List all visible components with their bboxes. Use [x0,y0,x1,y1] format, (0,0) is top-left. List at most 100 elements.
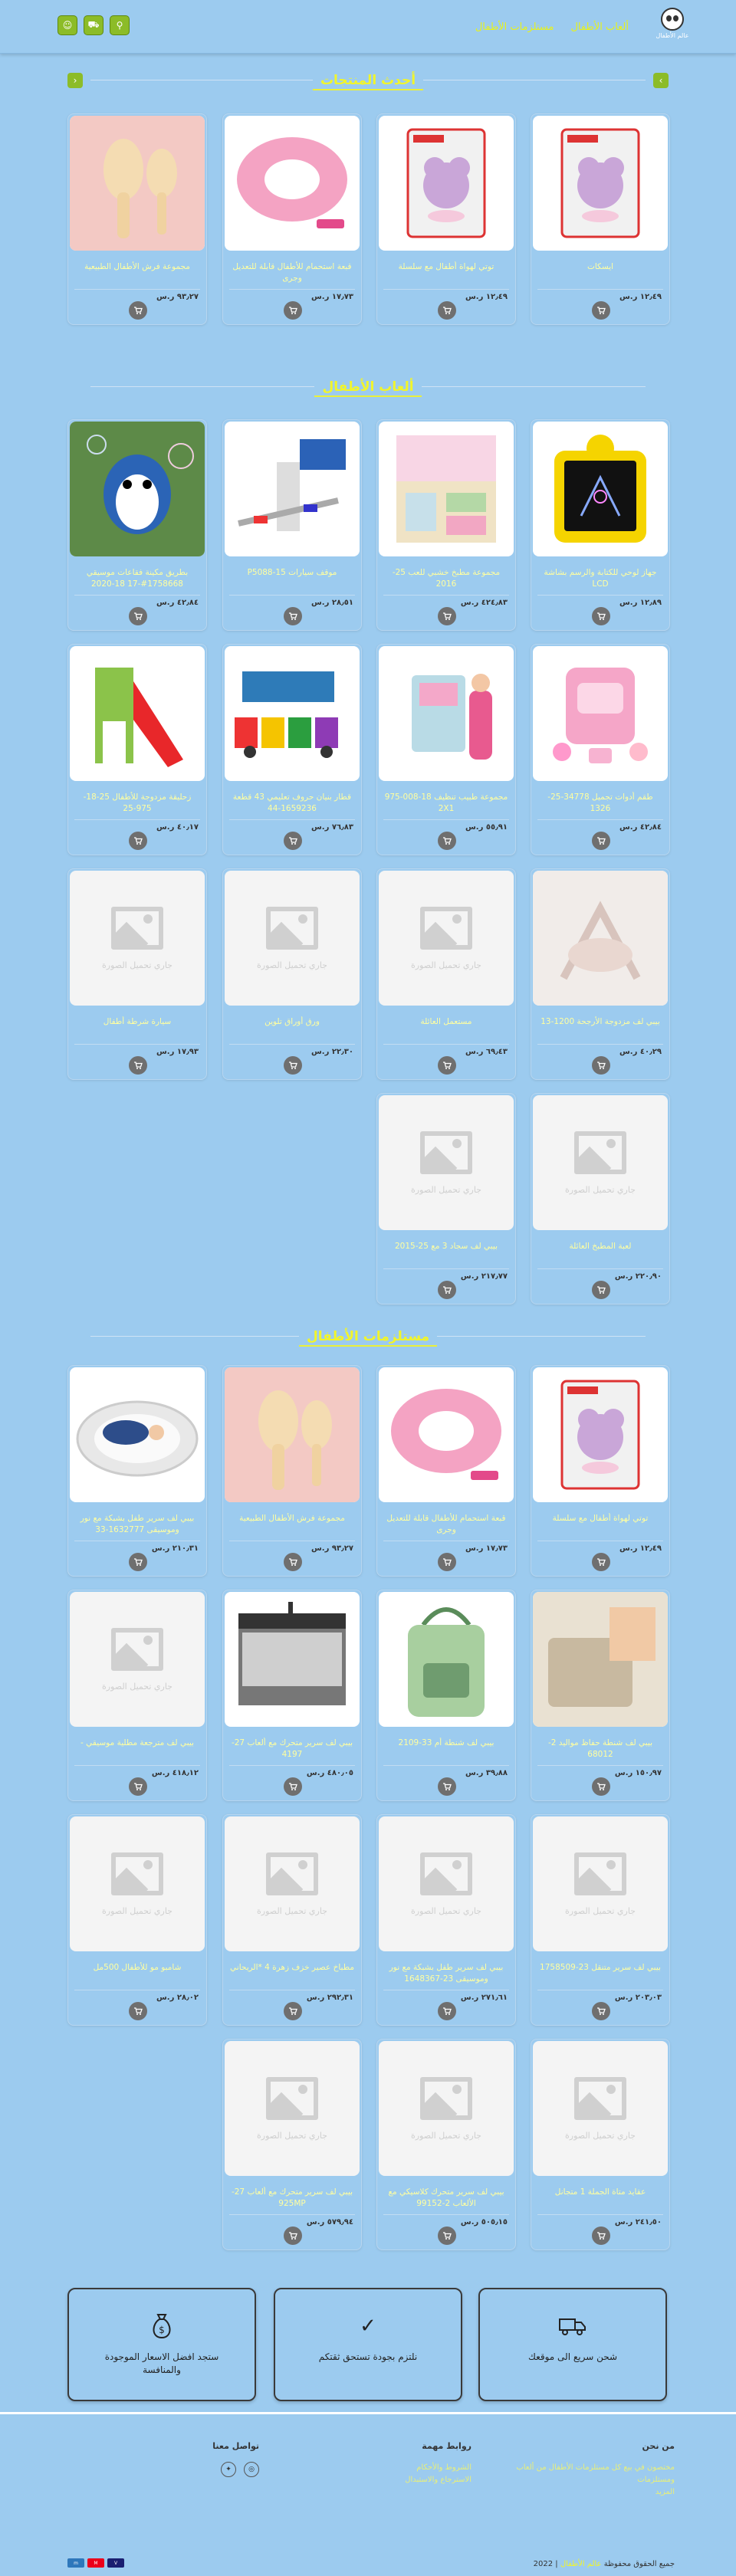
add-to-cart-button[interactable] [284,607,302,625]
add-to-cart-button[interactable] [129,2002,147,2020]
product-image[interactable]: جاري تحميل الصورة [379,1095,514,1230]
add-to-cart-button[interactable] [438,301,456,320]
product-name[interactable]: مجموعة مطبخ خشبي للعب 25-2016 [383,567,509,590]
product-image[interactable]: جاري تحميل الصورة [533,1816,668,1951]
product-card[interactable]: زحليقة مزدوجة للأطفال 25-18-975-25 ٤٠٫١٧ … [67,644,207,855]
product-image[interactable]: جاري تحميل الصورة [379,1816,514,1951]
product-card[interactable]: بيبي لف مزدوجة الأرجحة 1200-13 ٤٠٫٢٩ ر.س [531,868,670,1080]
product-image[interactable] [379,422,514,556]
product-image[interactable]: جاري تحميل الصورة [70,871,205,1006]
product-name[interactable]: قبعة استحمام للأطفال قابلة للتعديل وجرى [229,261,355,284]
product-name[interactable]: بيبي لف سرير متنقل 23-1758509 [537,1962,663,1974]
add-to-cart-button[interactable] [438,2227,456,2245]
product-name[interactable]: مطباخ عصير خزف زهرة 4 *الريحاني [229,1962,355,1974]
add-to-cart-button[interactable] [438,1281,456,1299]
product-card[interactable]: توتي لهواة أطفال مع سلسلة ١٢٫٤٩ ر.س [376,113,516,325]
add-to-cart-button[interactable] [438,607,456,625]
product-card[interactable]: طقم أدوات تجميل 34778-25-1326 ٤٢٫٨٤ ر.س [531,644,670,855]
product-name[interactable]: توتي لهواة أطفال مع سلسلة [383,261,509,273]
product-card[interactable]: بيبي لف شنطة أم 33-2109 ٣٩٫٨٨ ر.س [376,1590,516,1801]
product-image[interactable] [533,871,668,1006]
add-to-cart-button[interactable] [129,301,147,320]
product-name[interactable]: زحليقة مزدوجة للأطفال 25-18-975-25 [74,792,200,815]
product-card[interactable]: جاري تحميل الصورة شامبو مو للأطفال 500مل ٢… [67,1814,207,2026]
product-name[interactable]: مستعمل العائلة [383,1016,509,1028]
product-card[interactable]: جاري تحميل الصورة بيبي لف سرير متحرك كلاس… [376,2039,516,2250]
cart-button[interactable]: ⛟ [84,15,104,35]
product-name[interactable]: بيبي لف سرير طفل بشبكة مع نور وموسيقى 16… [74,1513,200,1536]
add-to-cart-button[interactable] [592,607,610,625]
product-image[interactable]: جاري تحميل الصورة [379,2041,514,2176]
product-card[interactable]: جاري تحميل الصورة بيبي لف سرير متحرك مع أ… [222,2039,362,2250]
product-image[interactable] [379,116,514,251]
site-logo[interactable]: عالم الأطفال [653,8,692,46]
add-to-cart-button[interactable] [129,607,147,625]
product-card[interactable]: جاري تحميل الصورة بيبي لف سرير طفل بشبكة … [376,1814,516,2026]
product-card[interactable]: جاري تحميل الصورة ورق أوراق تلوين ٢٢٫٣٠ ر.… [222,868,362,1080]
product-image[interactable] [533,1367,668,1502]
add-to-cart-button[interactable] [438,1777,456,1796]
twitter-icon[interactable]: ✦ [221,2462,236,2477]
add-to-cart-button[interactable] [438,2002,456,2020]
product-card[interactable]: جاري تحميل الصورة عقايد متاة الجملة 1 متج… [531,2039,670,2250]
product-name[interactable]: سيارة شرطة أطفال [74,1016,200,1028]
product-image[interactable] [70,646,205,781]
add-to-cart-button[interactable] [284,2227,302,2245]
instagram-icon[interactable]: ◎ [244,2462,259,2477]
product-card[interactable]: توتي لهواة أطفال مع سلسلة ١٢٫٤٩ ر.س [531,1365,670,1577]
product-card[interactable]: بيبي لف سرير متحرك مع ألعاب 27-4197 ٤٨٠٫٠… [222,1590,362,1801]
product-name[interactable]: بيبي لف سجاد 3 مع 25-2015 [383,1241,509,1252]
product-card[interactable]: جاري تحميل الصورة مطباخ عصير خزف زهرة 4 *… [222,1814,362,2026]
product-card[interactable]: بيبي لف سرير طفل بشبكة مع نور وموسيقى 16… [67,1365,207,1577]
nav-link-supplies[interactable]: مستلزمات الأطفال [475,21,554,33]
product-name[interactable]: قبعة استحمام للأطفال قابلة للتعديل وجرى [383,1513,509,1536]
product-card[interactable]: جاري تحميل الصورة مستعمل العائلة ٦٩٫٤٣ ر.س [376,868,516,1080]
carousel-next-button[interactable]: › [653,73,669,88]
add-to-cart-button[interactable] [129,1777,147,1796]
product-card[interactable]: قبعة استحمام للأطفال قابلة للتعديل وجرى ١… [376,1365,516,1577]
product-card[interactable]: بيبي لف شنطة حفاظ مواليد 2-68012 ١٥٠٫٩٧ ر… [531,1590,670,1801]
product-card[interactable]: جاري تحميل الصورة بيبي لف مترجعة مطلية مو… [67,1590,207,1801]
product-name[interactable]: مجموعة طبيب تنظيف 18-008-975 2X1 [383,792,509,815]
product-card[interactable]: جاري تحميل الصورة بيبي لف سجاد 3 مع 25-20… [376,1093,516,1304]
product-card[interactable]: موقف سيارات P5088-15 ٢٨٫٥١ ر.س [222,419,362,631]
product-name[interactable]: ايسكات [537,261,663,273]
product-name[interactable]: عقايد متاة الجملة 1 متجانل [537,2187,663,2198]
add-to-cart-button[interactable] [592,1553,610,1571]
product-card[interactable]: جاري تحميل الصورة لعبة المطبخ العائلة ٢٢٠٫… [531,1093,670,1304]
product-card[interactable]: مجموعة طبيب تنظيف 18-008-975 2X1 ٥٥٫٩١ ر.… [376,644,516,855]
add-to-cart-button[interactable] [438,1056,456,1075]
product-image[interactable]: جاري تحميل الصورة [225,1816,360,1951]
product-name[interactable]: موقف سيارات P5088-15 [229,567,355,579]
product-card[interactable]: جاري تحميل الصورة بيبي لف سرير متنقل 23-1… [531,1814,670,2026]
user-button[interactable]: ☺ [58,15,77,35]
product-image[interactable]: جاري تحميل الصورة [225,2041,360,2176]
product-image[interactable] [225,116,360,251]
product-name[interactable]: بطريق مكينة فقاعات موسيقي 1758668#-17 18… [74,567,200,590]
product-name[interactable]: توتي لهواة أطفال مع سلسلة [537,1513,663,1524]
add-to-cart-button[interactable] [129,832,147,850]
add-to-cart-button[interactable] [592,1281,610,1299]
product-name[interactable]: بيبي لف شنطة حفاظ مواليد 2-68012 [537,1738,663,1761]
product-image[interactable] [225,1592,360,1727]
add-to-cart-button[interactable] [592,1777,610,1796]
add-to-cart-button[interactable] [284,1777,302,1796]
product-image[interactable]: جاري تحميل الصورة [533,1095,668,1230]
product-card[interactable]: ايسكات ١٢٫٤٩ ر.س [531,113,670,325]
product-image[interactable] [225,646,360,781]
product-name[interactable]: بيبي لف سرير متحرك مع ألعاب 27-925MP [229,2187,355,2210]
product-image[interactable] [533,646,668,781]
add-to-cart-button[interactable] [592,2227,610,2245]
product-image[interactable]: جاري تحميل الصورة [70,1816,205,1951]
product-name[interactable]: بيبي لف سرير طفل بشبكة مع نور وموسيقى 23… [383,1962,509,1985]
product-image[interactable] [533,422,668,556]
product-image[interactable] [533,116,668,251]
product-image[interactable] [70,116,205,251]
add-to-cart-button[interactable] [592,2002,610,2020]
product-name[interactable]: بيبي لف سرير متحرك كلاسيكي مع الألعاب 2-… [383,2187,509,2210]
add-to-cart-button[interactable] [284,832,302,850]
add-to-cart-button[interactable] [129,1553,147,1571]
product-image[interactable]: جاري تحميل الصورة [225,871,360,1006]
carousel-prev-button[interactable]: ‹ [67,73,83,88]
product-name[interactable]: بيبي لف مترجعة مطلية موسيقي - [74,1738,200,1749]
